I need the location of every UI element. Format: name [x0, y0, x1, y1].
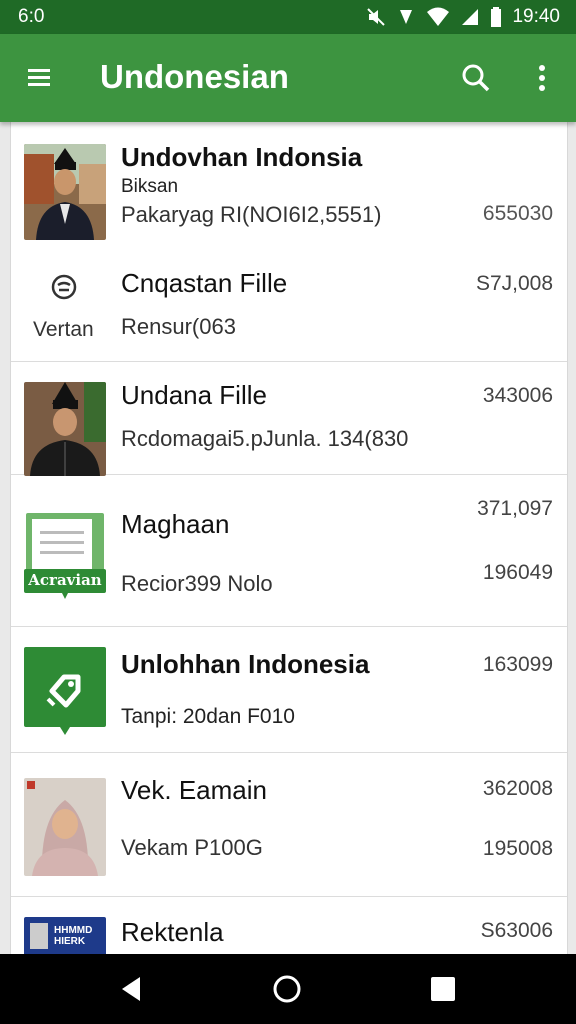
item-detail: Rcdomagai5.pJunla. 134(830 — [121, 426, 409, 451]
item-title: Vek. Eamain — [121, 775, 267, 805]
app-bar: Undonesian — [0, 34, 576, 122]
item-title: Unlohhan Indonesia — [121, 649, 370, 679]
page-title: Undonesian — [100, 58, 289, 95]
item-value: S63006 — [480, 919, 553, 942]
item-detail: Rensur(063 — [121, 314, 236, 339]
item-detail: Vekam P100G — [121, 835, 263, 860]
person-photo-thumbnail — [24, 382, 106, 476]
list-item[interactable]: Unlohhan Indonesia Tanpi: 20dan F010 163… — [11, 627, 567, 753]
item-value: S7J,008 — [475, 272, 553, 295]
search-icon[interactable] — [460, 62, 492, 94]
item-value: 655030 — [482, 202, 553, 225]
thumbnail-label: Acravian — [28, 571, 102, 589]
mute-icon — [367, 8, 386, 26]
item-title: Rektenla — [121, 917, 224, 947]
item-title: Undana Fille — [121, 380, 267, 410]
list-item[interactable]: Acravian Maghaan Recior399 Nolo 371,097 … — [11, 475, 567, 627]
system-nav-bar — [0, 954, 576, 1024]
item-detail: Recior399 Nolo — [121, 571, 273, 596]
item-value: 343006 — [482, 384, 553, 407]
item-title: Maghaan — [121, 509, 230, 539]
person-photo-thumbnail — [24, 778, 106, 876]
battery-icon — [491, 7, 502, 27]
status-bar: 6:0 19:40 — [0, 0, 576, 34]
item-value: 362008 — [482, 777, 553, 800]
document-icon: Acravian — [24, 511, 106, 607]
file-list: Undovhan Indonsia Biksan Pakaryag RI(NOI… — [10, 122, 568, 954]
item-detail: Tanpi: 20dan F010 — [121, 705, 295, 728]
status-clock: 19:40 — [512, 6, 560, 27]
signal-icon — [462, 9, 479, 25]
cover-text: HHMMD HIERK — [54, 925, 93, 947]
item-left-label: Vertan — [33, 318, 94, 341]
item-secondary-value: 196049 — [482, 561, 553, 584]
item-secondary-value: 195008 — [482, 837, 553, 860]
status-time: 6:0 — [18, 6, 45, 27]
person-photo-thumbnail — [24, 144, 106, 240]
item-detail: Pakaryag RI(NOI6I2,5551) — [121, 202, 382, 227]
home-icon[interactable] — [272, 974, 302, 1004]
item-value: 371,097 — [477, 497, 553, 520]
tag-icon — [24, 647, 106, 735]
item-value: 163099 — [482, 653, 553, 676]
menu-icon[interactable] — [26, 64, 54, 92]
list-item[interactable]: HHMMD HIERK Rektenla S63006 — [11, 897, 567, 954]
book-cover-thumbnail: HHMMD HIERK — [24, 917, 106, 954]
item-subtitle: Biksan — [121, 176, 179, 197]
item-title: Undovhan Indonsia — [121, 142, 363, 172]
item-title: Cnqastan Fille — [121, 268, 288, 298]
more-options-icon[interactable] — [530, 62, 554, 94]
status-icons: 19:40 — [366, 6, 560, 28]
vibrate-icon — [400, 10, 413, 24]
recents-icon[interactable] — [428, 974, 458, 1004]
back-icon[interactable] — [118, 974, 148, 1004]
wifi-icon — [427, 7, 450, 26]
face-emoji-icon — [49, 272, 79, 302]
list-item[interactable]: Undana Fille Rcdomagai5.pJunla. 134(830 … — [11, 362, 567, 476]
list-item[interactable]: Vek. Eamain Vekam P100G 362008 195008 — [11, 753, 567, 897]
list-item[interactable]: Undovhan Indonsia Biksan Pakaryag RI(NOI… — [11, 122, 567, 362]
